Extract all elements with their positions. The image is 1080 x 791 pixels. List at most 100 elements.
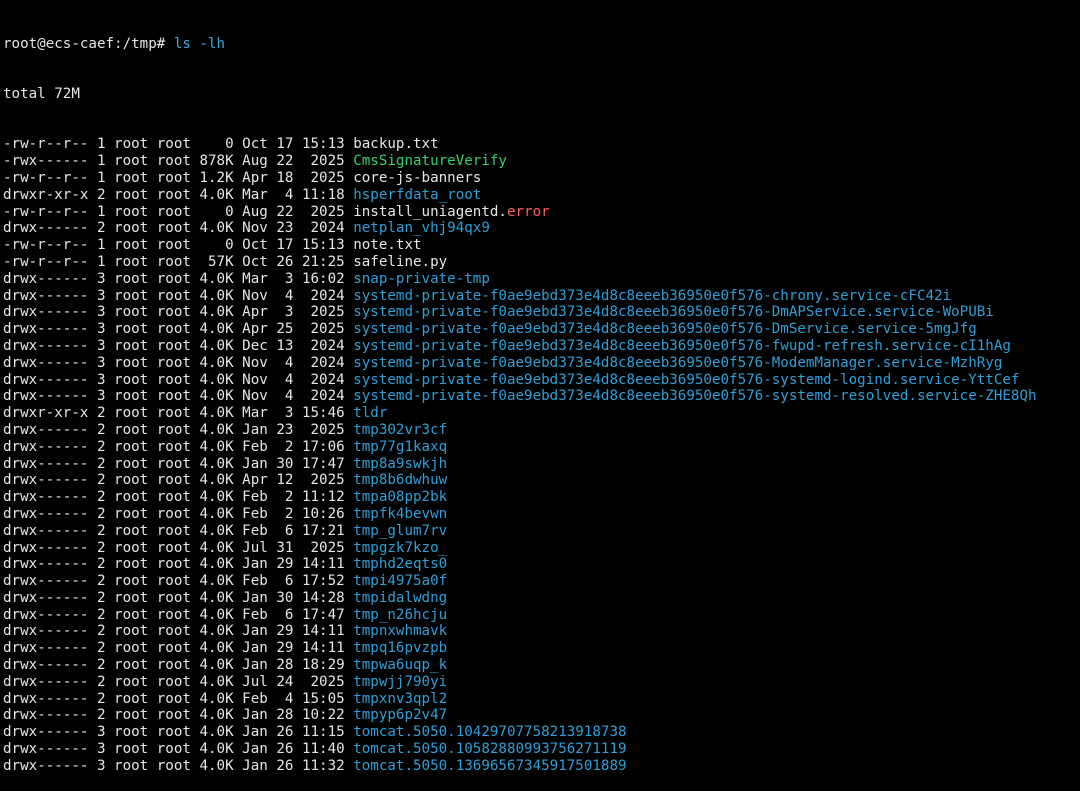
directory-name: systemd-private-f0ae9ebd373e4d8c8eeeb369…	[353, 371, 1020, 388]
terminal-window[interactable]: root@ecs-caef:/tmp# ls -lh total 72M -rw…	[0, 0, 1080, 774]
file-entry-metadata: drwxr-xr-x 2 root root 4.0K Mar 3 15:46	[3, 405, 354, 422]
file-entry-metadata: drwx------ 2 root root 4.0K Jan 28 10:22	[3, 707, 354, 724]
directory-name: hsperfdata_root	[353, 186, 482, 203]
directory-name: tmp8b6dwhuw	[353, 472, 448, 489]
file-listing: -rw-r--r-- 1 root root 0 Oct 17 15:13 ba…	[3, 136, 1080, 774]
directory-name: systemd-private-f0ae9ebd373e4d8c8eeeb369…	[353, 304, 994, 321]
file-entry-row: drwx------ 3 root root 4.0K Nov 4 2024 s…	[3, 355, 1080, 372]
file-entry-row: drwx------ 2 root root 4.0K Apr 12 2025 …	[3, 472, 1080, 489]
file-name: core-js-banners	[353, 169, 482, 186]
file-entry-row: drwx------ 3 root root 4.0K Jan 26 11:32…	[3, 758, 1080, 775]
file-entry-row: drwx------ 3 root root 4.0K Nov 4 2024 s…	[3, 288, 1080, 305]
file-entry-metadata: drwx------ 2 root root 4.0K Feb 2 10:26	[3, 505, 354, 522]
file-entry-row: drwx------ 2 root root 4.0K Jul 24 2025 …	[3, 674, 1080, 691]
file-entry-row: drwx------ 2 root root 4.0K Feb 2 11:12 …	[3, 489, 1080, 506]
directory-name: tmpq16pvzpb	[353, 640, 448, 657]
directory-name: systemd-private-f0ae9ebd373e4d8c8eeeb369…	[353, 321, 977, 338]
file-entry-row: drwx------ 2 root root 4.0K Jan 30 14:28…	[3, 590, 1080, 607]
file-entry-row: -rw-r--r-- 1 root root 0 Aug 22 2025 ins…	[3, 204, 1080, 221]
file-entry-row: drwx------ 3 root root 4.0K Apr 25 2025 …	[3, 321, 1080, 338]
directory-name: tmpgzk7kzo_	[353, 539, 448, 556]
directory-name: tmpwa6uqp_k	[353, 657, 448, 674]
file-entry-row: -rw-r--r-- 1 root root 0 Oct 17 15:13 ba…	[3, 136, 1080, 153]
directory-name: tmpi4975a0f	[353, 573, 448, 590]
file-entry-metadata: drwx------ 2 root root 4.0K Jan 29 14:11	[3, 556, 354, 573]
file-entry-row: drwx------ 2 root root 4.0K Feb 2 10:26 …	[3, 506, 1080, 523]
directory-name: tmpxnv3qpl2	[353, 690, 448, 707]
file-entry-row: drwx------ 2 root root 4.0K Jan 29 14:11…	[3, 556, 1080, 573]
file-entry-metadata: drwx------ 3 root root 4.0K Nov 4 2024	[3, 388, 354, 405]
directory-name: systemd-private-f0ae9ebd373e4d8c8eeeb369…	[353, 388, 1037, 405]
file-name: safeline.py	[353, 253, 448, 270]
directory-name: tmpwjj790yi	[353, 673, 448, 690]
directory-name: tmpfk4bevwn	[353, 505, 448, 522]
file-entry-metadata: -rw-r--r-- 1 root root 0 Aug 22 2025	[3, 203, 354, 220]
file-entry-metadata: drwx------ 2 root root 4.0K Feb 4 15:05	[3, 690, 354, 707]
file-entry-metadata: -rw-r--r-- 1 root root 57K Oct 26 21:25	[3, 253, 354, 270]
file-entry-row: drwx------ 3 root root 4.0K Dec 13 2024 …	[3, 338, 1080, 355]
file-entry-row: -rwx------ 1 root root 878K Aug 22 2025 …	[3, 153, 1080, 170]
directory-name: tomcat.5050.10582880993756271119	[353, 741, 627, 758]
directory-name: systemd-private-f0ae9ebd373e4d8c8eeeb369…	[353, 354, 1003, 371]
file-entry-metadata: drwx------ 3 root root 4.0K Nov 4 2024	[3, 287, 354, 304]
file-entry-row: drwx------ 2 root root 4.0K Nov 23 2024 …	[3, 220, 1080, 237]
file-entry-metadata: drwx------ 2 root root 4.0K Jan 30 17:47	[3, 455, 354, 472]
file-name: backup.txt	[353, 136, 439, 153]
directory-name: tmpyp6p2v47	[353, 707, 448, 724]
file-name: note.txt	[353, 237, 422, 254]
file-entry-row: drwx------ 3 root root 4.0K Apr 3 2025 s…	[3, 304, 1080, 321]
file-entry-row: drwx------ 3 root root 4.0K Nov 4 2024 s…	[3, 372, 1080, 389]
file-entry-metadata: drwx------ 3 root root 4.0K Apr 3 2025	[3, 304, 354, 321]
file-entry-metadata: drwx------ 2 root root 4.0K Jan 29 14:11	[3, 623, 354, 640]
file-entry-metadata: drwx------ 2 root root 4.0K Feb 6 17:52	[3, 573, 354, 590]
total-line: total 72M	[3, 85, 80, 102]
file-entry-row: drwx------ 3 root root 4.0K Nov 4 2024 s…	[3, 388, 1080, 405]
file-entry-row: drwx------ 2 root root 4.0K Jan 28 18:29…	[3, 657, 1080, 674]
prompt-user-host-path: root@ecs-caef:/tmp#	[3, 35, 174, 52]
file-entry-row: -rw-r--r-- 1 root root 0 Oct 17 15:13 no…	[3, 237, 1080, 254]
file-entry-metadata: drwx------ 2 root root 4.0K Jul 24 2025	[3, 673, 354, 690]
file-entry-metadata: drwx------ 3 root root 4.0K Apr 25 2025	[3, 321, 354, 338]
file-entry-row: drwxr-xr-x 2 root root 4.0K Mar 3 15:46 …	[3, 405, 1080, 422]
file-entry-metadata: -rw-r--r-- 1 root root 0 Oct 17 15:13	[3, 237, 354, 254]
file-entry-metadata: drwx------ 2 root root 4.0K Apr 12 2025	[3, 472, 354, 489]
file-entry-metadata: -rw-r--r-- 1 root root 0 Oct 17 15:13	[3, 136, 354, 153]
file-entry-row: drwx------ 3 root root 4.0K Jan 26 11:40…	[3, 741, 1080, 758]
file-entry-metadata: -rwx------ 1 root root 878K Aug 22 2025	[3, 153, 354, 170]
file-entry-row: drwx------ 2 root root 4.0K Jul 31 2025 …	[3, 540, 1080, 557]
file-entry-row: drwx------ 2 root root 4.0K Jan 29 14:11…	[3, 640, 1080, 657]
file-entry-metadata: drwx------ 3 root root 4.0K Jan 26 11:32	[3, 757, 354, 774]
file-entry-metadata: drwx------ 2 root root 4.0K Jan 28 18:29	[3, 657, 354, 674]
file-entry-metadata: drwx------ 3 root root 4.0K Nov 4 2024	[3, 354, 354, 371]
directory-name: tmp_glum7rv	[353, 522, 448, 539]
file-entry-metadata: drwx------ 2 root root 4.0K Nov 23 2024	[3, 220, 354, 237]
file-entry-row: drwx------ 2 root root 4.0K Feb 2 17:06 …	[3, 439, 1080, 456]
file-entry-row: drwx------ 2 root root 4.0K Jan 28 10:22…	[3, 707, 1080, 724]
file-entry-metadata: drwx------ 2 root root 4.0K Jan 30 14:28	[3, 589, 354, 606]
directory-name: tmpnxwhmavk	[353, 623, 448, 640]
file-entry-metadata: drwx------ 3 root root 4.0K Dec 13 2024	[3, 337, 354, 354]
directory-name: tmp8a9swkjh	[353, 455, 448, 472]
directory-name: tmp77g1kaxq	[353, 438, 448, 455]
file-entry-row: drwx------ 3 root root 4.0K Jan 26 11:15…	[3, 724, 1080, 741]
directory-name: tmp_n26hcju	[353, 606, 448, 623]
directory-name: tldr	[353, 405, 388, 422]
file-entry-row: drwxr-xr-x 2 root root 4.0K Mar 4 11:18 …	[3, 187, 1080, 204]
prompt-line: root@ecs-caef:/tmp# ls -lh	[3, 36, 1080, 53]
file-entry-metadata: drwx------ 2 root root 4.0K Feb 6 17:21	[3, 522, 354, 539]
file-entry-row: drwx------ 2 root root 4.0K Feb 6 17:47 …	[3, 607, 1080, 624]
directory-name: tmpidalwdng	[353, 589, 448, 606]
directory-name: tomcat.5050.13696567345917501889	[353, 757, 627, 774]
file-entry-metadata: drwx------ 2 root root 4.0K Jan 23 2025	[3, 421, 354, 438]
file-entry-row: drwx------ 2 root root 4.0K Feb 6 17:52 …	[3, 573, 1080, 590]
file-name-suffix: error	[506, 203, 550, 220]
file-entry-metadata: drwx------ 2 root root 4.0K Feb 6 17:47	[3, 606, 354, 623]
file-entry-metadata: drwx------ 2 root root 4.0K Feb 2 17:06	[3, 438, 354, 455]
file-entry-metadata: drwx------ 3 root root 4.0K Mar 3 16:02	[3, 270, 354, 287]
directory-name: systemd-private-f0ae9ebd373e4d8c8eeeb369…	[353, 337, 1011, 354]
file-entry-metadata: drwx------ 3 root root 4.0K Nov 4 2024	[3, 371, 354, 388]
file-name: install_uniagentd.	[353, 203, 507, 220]
file-name: CmsSignatureVerify	[353, 153, 507, 170]
prompt-command: ls -lh	[173, 35, 226, 52]
file-entry-row: drwx------ 2 root root 4.0K Feb 6 17:21 …	[3, 523, 1080, 540]
